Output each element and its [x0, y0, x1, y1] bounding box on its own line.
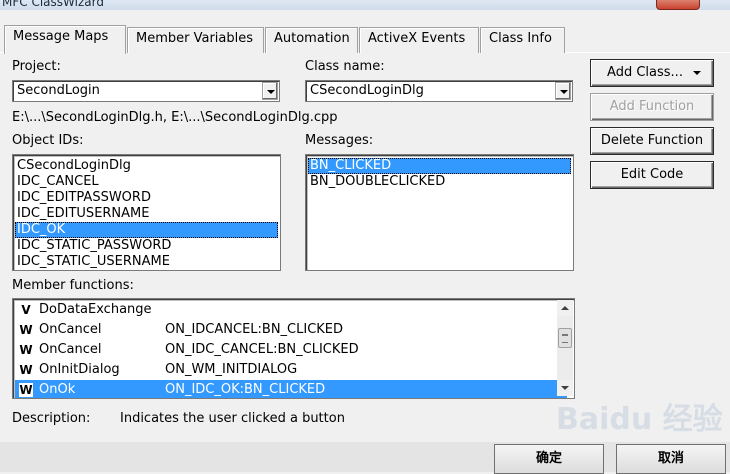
vertical-scrollbar[interactable]: [557, 300, 573, 396]
function-message: ON_IDCANCEL:BN_CLICKED: [165, 322, 344, 337]
table-row-selected[interactable]: W OnOk ON_IDC_OK:BN_CLICKED: [15, 380, 567, 398]
tab-class-info[interactable]: Class Info: [480, 27, 565, 53]
tab-label: Class Info: [489, 31, 552, 46]
function-name: OnCancel: [39, 342, 102, 357]
list-item[interactable]: IDC_STATIC_PASSWORD: [15, 238, 278, 254]
function-message: ON_IDC_CANCEL:BN_CLICKED: [165, 342, 359, 357]
function-message: ON_IDC_OK:BN_CLICKED: [165, 382, 326, 397]
add-function-button[interactable]: Add Function: [590, 93, 714, 121]
edit-code-button[interactable]: Edit Code: [590, 161, 714, 189]
windows-message-icon: W: [19, 363, 33, 377]
project-label: Project:: [12, 59, 61, 74]
list-item-selected[interactable]: BN_CLICKED: [308, 158, 571, 174]
ok-button[interactable]: 确定: [494, 444, 604, 474]
tab-label: ActiveX Events: [368, 31, 466, 46]
class-name-combo[interactable]: CSecondLoginDlg: [305, 80, 573, 102]
tab-label: Automation: [274, 31, 350, 46]
list-item[interactable]: BN_DOUBLECLICKED: [308, 174, 571, 190]
chevron-down-icon[interactable]: [555, 82, 571, 100]
member-functions-label: Member functions:: [12, 278, 134, 293]
tab-message-maps[interactable]: Message Maps: [4, 25, 126, 54]
function-name: OnOk: [39, 382, 76, 397]
tab-activex-events[interactable]: ActiveX Events: [359, 27, 479, 53]
tab-member-variables[interactable]: Member Variables: [127, 27, 264, 53]
list-item-selected[interactable]: IDC_OK: [15, 222, 278, 238]
scroll-thumb[interactable]: [558, 328, 572, 348]
tab-automation[interactable]: Automation: [265, 27, 358, 53]
title-bar: MFC ClassWizard: [0, 0, 730, 10]
baidu-watermark: Baidu 经验: [556, 388, 726, 444]
class-name-label: Class name:: [305, 59, 385, 74]
list-item[interactable]: IDC_EDITPASSWORD: [15, 190, 278, 206]
virtual-function-icon: V: [21, 303, 31, 317]
messages-label: Messages:: [305, 133, 374, 148]
function-name: DoDataExchange: [39, 302, 152, 317]
add-class-button[interactable]: Add Class...: [590, 59, 714, 87]
member-functions-list[interactable]: V DoDataExchange W OnCancel ON_IDCANCEL:…: [12, 298, 575, 399]
table-row[interactable]: W OnCancel ON_IDCANCEL:BN_CLICKED: [15, 320, 567, 340]
watermark-text: Baidu 经验: [556, 402, 723, 437]
function-message: ON_WM_INITDIALOG: [165, 362, 298, 377]
file-path-text: E:\...\SecondLoginDlg.h, E:\...\SecondLo…: [12, 110, 338, 125]
table-row[interactable]: W OnCancel ON_IDC_CANCEL:BN_CLICKED: [15, 340, 567, 360]
description-label: Description:: [12, 411, 91, 426]
list-item[interactable]: CSecondLoginDlg: [15, 158, 278, 174]
tab-label: Message Maps: [13, 29, 109, 44]
chevron-down-icon[interactable]: [262, 82, 278, 100]
delete-function-button[interactable]: Delete Function: [590, 127, 714, 155]
object-ids-label: Object IDs:: [12, 133, 84, 148]
close-window-button[interactable]: [656, 0, 700, 10]
table-row[interactable]: W OnInitDialog ON_WM_INITDIALOG: [15, 360, 567, 380]
scroll-up-icon[interactable]: [557, 300, 573, 316]
object-ids-list[interactable]: CSecondLoginDlg IDC_CANCEL IDC_EDITPASSW…: [12, 154, 281, 271]
class-name-value: CSecondLoginDlg: [310, 83, 424, 98]
project-combo[interactable]: SecondLogin: [12, 80, 280, 102]
list-item[interactable]: IDC_EDITUSERNAME: [15, 206, 278, 222]
list-item[interactable]: IDC_CANCEL: [15, 174, 278, 190]
function-name: OnInitDialog: [39, 362, 120, 377]
messages-list[interactable]: BN_CLICKED BN_DOUBLECLICKED: [305, 154, 574, 271]
chevron-down-icon: [693, 71, 701, 75]
tab-label: Member Variables: [136, 31, 254, 46]
list-item[interactable]: IDC_STATIC_USERNAME: [15, 254, 278, 270]
table-row[interactable]: V DoDataExchange: [15, 300, 567, 320]
description-text: Indicates the user clicked a button: [120, 411, 345, 426]
window-title: MFC ClassWizard: [2, 0, 104, 9]
windows-message-icon: W: [19, 323, 33, 337]
function-name: OnCancel: [39, 322, 102, 337]
add-class-label: Add Class...: [607, 65, 683, 80]
windows-message-icon: W: [19, 343, 33, 357]
windows-message-icon: W: [19, 383, 33, 397]
project-value: SecondLogin: [17, 83, 100, 98]
cancel-button[interactable]: 取消: [616, 444, 726, 474]
